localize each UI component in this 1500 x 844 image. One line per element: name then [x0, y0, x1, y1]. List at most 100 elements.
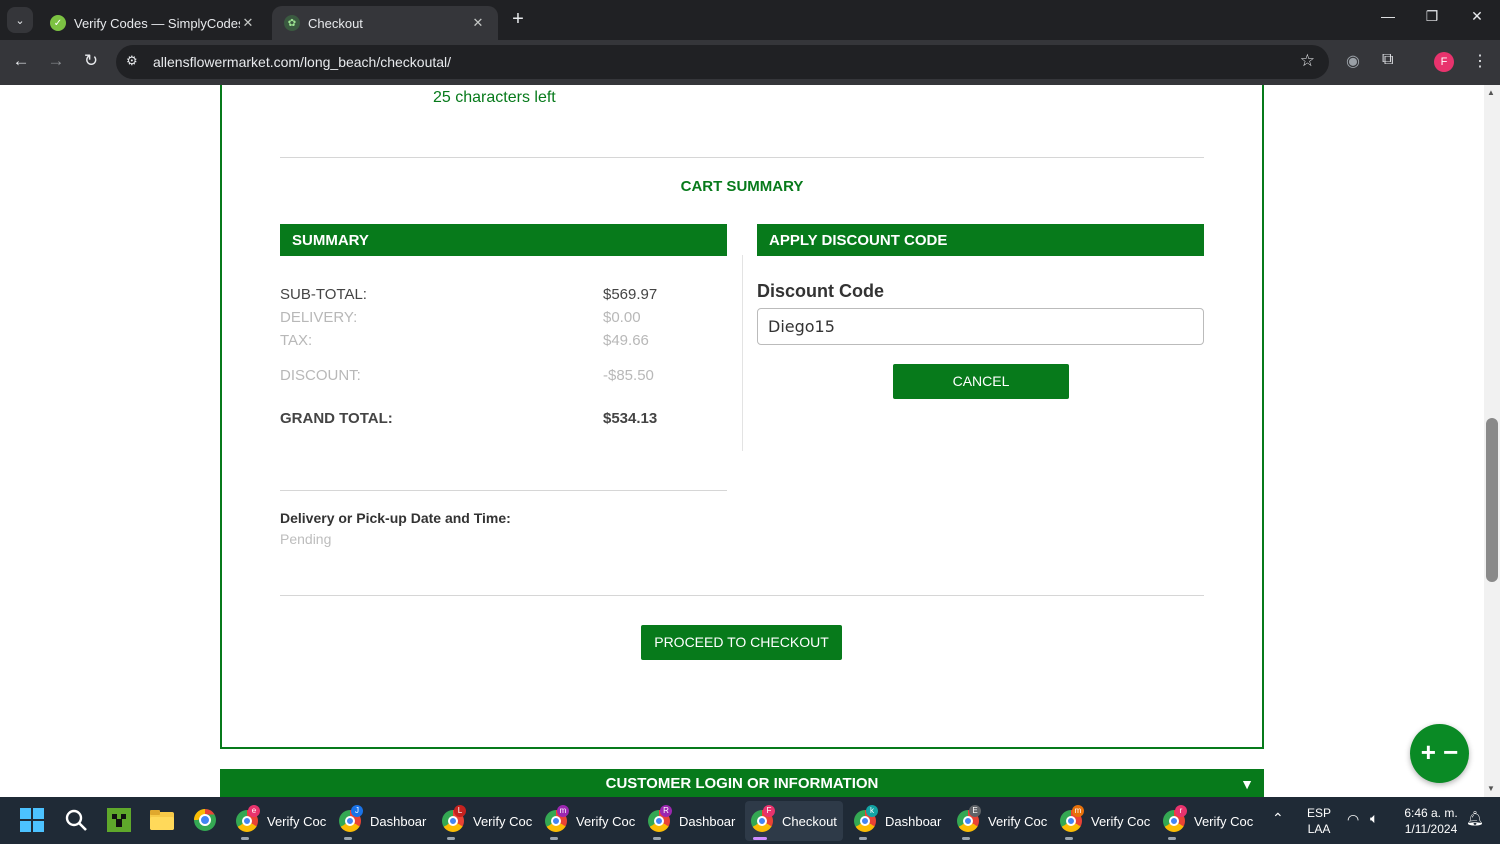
running-indicator — [753, 837, 767, 840]
taskbar-item-label: Dashboar — [370, 813, 427, 829]
profile-badge: F — [763, 805, 775, 817]
taskbar-item-label: Dashboar — [885, 813, 942, 829]
wifi-icon[interactable]: ◠ — [1347, 811, 1359, 828]
volume-icon[interactable]: 🔈︎ — [1370, 810, 1378, 827]
flower-favicon-icon: ✿ — [284, 15, 300, 31]
delivery-date-value: Pending — [280, 531, 332, 547]
taskbar-item[interactable]: k Dashboar — [848, 801, 946, 841]
chrome-icon[interactable] — [192, 807, 218, 833]
language-code: ESP — [1306, 806, 1331, 820]
clock[interactable]: 6:46 a. m. 1/11/2024 — [1400, 805, 1462, 837]
extension-bot-icon[interactable]: ◉ — [1346, 51, 1360, 71]
close-window-icon[interactable]: ✕ — [1462, 8, 1492, 25]
profile-badge: k — [866, 805, 878, 817]
profile-badge: m — [557, 805, 569, 817]
taskbar-item-label: Dashboar — [679, 813, 736, 829]
row-value: $49.66 — [603, 332, 649, 349]
running-indicator — [550, 837, 558, 840]
zoom-control-button[interactable]: + − — [1410, 724, 1469, 783]
show-hidden-icons-chevron-icon[interactable]: ⌃ — [1272, 810, 1284, 827]
reload-icon[interactable]: ↻ — [80, 51, 102, 71]
forward-icon[interactable]: → — [45, 51, 67, 71]
clock-date: 1/11/2024 — [1404, 822, 1458, 836]
profile-avatar[interactable]: F — [1434, 52, 1454, 72]
tab-checkout[interactable]: ✿ Checkout ✕ — [272, 6, 498, 40]
taskbar-item[interactable]: e Verify Coc — [230, 801, 328, 841]
site-info-icon[interactable]: ⚙ — [126, 53, 138, 69]
scroll-down-icon[interactable]: ▼ — [1487, 784, 1495, 793]
taskbar-item[interactable]: R Dashboar — [642, 801, 740, 841]
page-viewport: 25 characters left CART SUMMARY SUMMARY … — [0, 85, 1484, 797]
row-label: DISCOUNT: — [280, 367, 361, 384]
running-indicator — [962, 837, 970, 840]
taskbar-item-label: Verify Coc — [1194, 813, 1254, 829]
column-divider — [742, 255, 743, 451]
profile-initial: F — [1440, 56, 1448, 68]
row-label: SUB-TOTAL: — [280, 286, 367, 303]
close-tab-icon[interactable]: ✕ — [470, 15, 486, 31]
profile-badge: R — [660, 805, 672, 817]
customer-login-bar[interactable]: CUSTOMER LOGIN OR INFORMATION ▼ — [220, 769, 1264, 797]
restore-icon[interactable]: ❐ — [1417, 8, 1447, 25]
taskbar-item[interactable]: L Verify Coc — [436, 801, 534, 841]
back-icon[interactable]: ← — [10, 51, 32, 71]
running-indicator — [1065, 837, 1073, 840]
proceed-to-checkout-button[interactable]: PROCEED TO CHECKOUT — [641, 625, 842, 660]
delivery-date-label: Delivery or Pick-up Date and Time: — [280, 510, 511, 526]
tab-bar: ⌄ ✓ Verify Codes — SimplyCodes ✕ ✿ Check… — [0, 0, 1500, 40]
url-text[interactable]: allensflowermarket.com/long_beach/checko… — [153, 54, 451, 70]
bookmark-star-icon[interactable]: ☆ — [1300, 51, 1315, 71]
characters-left-text: 25 characters left — [433, 89, 556, 106]
language-layout: LAA — [1307, 822, 1331, 836]
scroll-up-icon[interactable]: ▲ — [1487, 88, 1495, 97]
cancel-discount-button[interactable]: CANCEL — [893, 364, 1069, 399]
taskbar-item[interactable]: m Verify Coc — [539, 801, 637, 841]
tab-search-button[interactable]: ⌄ — [7, 7, 33, 33]
browser-menu-icon[interactable]: ⋮ — [1472, 51, 1488, 71]
discount-code-input[interactable]: Diego15 — [757, 308, 1204, 345]
taskbar: e Verify Coc J Dashboar L Verify Coc m V… — [0, 797, 1500, 844]
tab-title: Verify Codes — SimplyCodes — [74, 15, 240, 31]
discount-code-label: Discount Code — [757, 281, 885, 301]
chevron-down-icon: ⌄ — [15, 14, 25, 27]
extensions-puzzle-icon[interactable]: ⧉ — [1382, 51, 1393, 69]
tab-verify-codes[interactable]: ✓ Verify Codes — SimplyCodes ✕ — [38, 6, 268, 40]
language-indicator[interactable]: ESP LAA — [1304, 805, 1334, 837]
windows-start-icon[interactable] — [19, 807, 45, 833]
clock-time: 6:46 a. m. — [1404, 806, 1458, 820]
row-value: $0.00 — [603, 309, 641, 326]
tab-title: Checkout — [308, 15, 363, 31]
caret-down-icon: ▼ — [1240, 776, 1254, 792]
simplycodes-favicon-icon: ✓ — [50, 15, 66, 31]
divider — [280, 595, 1204, 596]
address-bar[interactable]: ⚙ allensflowermarket.com/long_beach/chec… — [116, 45, 1329, 79]
search-icon[interactable] — [63, 807, 89, 833]
taskbar-item-active[interactable]: F Checkout — [745, 801, 843, 841]
scrollbar-thumb[interactable] — [1486, 418, 1498, 582]
taskbar-item[interactable]: J Dashboar — [333, 801, 431, 841]
profile-badge: L — [454, 805, 466, 817]
profile-badge: m — [1072, 805, 1084, 817]
profile-badge: r — [1175, 805, 1187, 817]
notifications-icon[interactable]: 🔔︎ — [1466, 810, 1484, 827]
discount-header: APPLY DISCOUNT CODE — [757, 224, 1204, 256]
profile-badge: J — [351, 805, 363, 817]
minecraft-icon[interactable] — [106, 807, 132, 833]
running-indicator — [447, 837, 455, 840]
taskbar-item-label: Checkout — [782, 813, 837, 829]
taskbar-item[interactable]: r Verify Coc — [1157, 801, 1255, 841]
file-explorer-icon[interactable] — [149, 807, 175, 833]
new-tab-button[interactable]: + — [506, 8, 530, 31]
minimize-icon[interactable]: — — [1373, 8, 1403, 24]
profile-badge: E — [969, 805, 981, 817]
page-scrollbar[interactable]: ▲ ▼ — [1484, 85, 1500, 797]
profile-badge: e — [248, 805, 260, 817]
close-tab-icon[interactable]: ✕ — [240, 15, 256, 31]
running-indicator — [1168, 837, 1176, 840]
taskbar-item-label: Verify Coc — [473, 813, 533, 829]
cart-summary-title: CART SUMMARY — [680, 178, 804, 195]
taskbar-item[interactable]: m Verify Coc — [1054, 801, 1152, 841]
running-indicator — [344, 837, 352, 840]
taskbar-item-label: Verify Coc — [267, 813, 327, 829]
taskbar-item[interactable]: E Verify Coc — [951, 801, 1049, 841]
